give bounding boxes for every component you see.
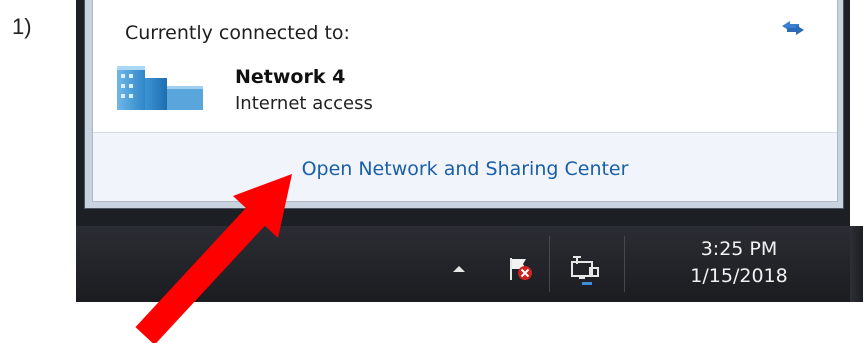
clock-date: 1/15/2018 xyxy=(690,265,788,287)
network-icon xyxy=(117,66,203,110)
tray-separator xyxy=(624,236,625,292)
tray-arrow-icon[interactable] xyxy=(453,266,465,272)
network-tray-icon[interactable] xyxy=(568,252,602,286)
network-name: Network 4 xyxy=(235,66,346,88)
connected-label: Currently connected to: xyxy=(125,22,350,44)
step-number: 1) xyxy=(12,14,32,39)
tray-separator xyxy=(549,236,550,292)
open-network-sharing-center-link[interactable]: Open Network and Sharing Center xyxy=(93,158,837,180)
network-popup-body: Currently connected to: Network 4 Intern… xyxy=(92,0,838,202)
show-desktop-edge[interactable] xyxy=(850,226,863,302)
taskbar: 3:25 PM 1/15/2018 xyxy=(76,226,850,302)
action-center-flag-icon[interactable] xyxy=(506,254,536,284)
network-status: Internet access xyxy=(235,93,373,114)
clock-time: 3:25 PM xyxy=(700,238,778,260)
network-popup: Currently connected to: Network 4 Intern… xyxy=(84,0,844,209)
taskbar-clock[interactable]: 3:25 PM 1/15/2018 xyxy=(659,236,819,290)
refresh-icon[interactable] xyxy=(779,18,807,38)
